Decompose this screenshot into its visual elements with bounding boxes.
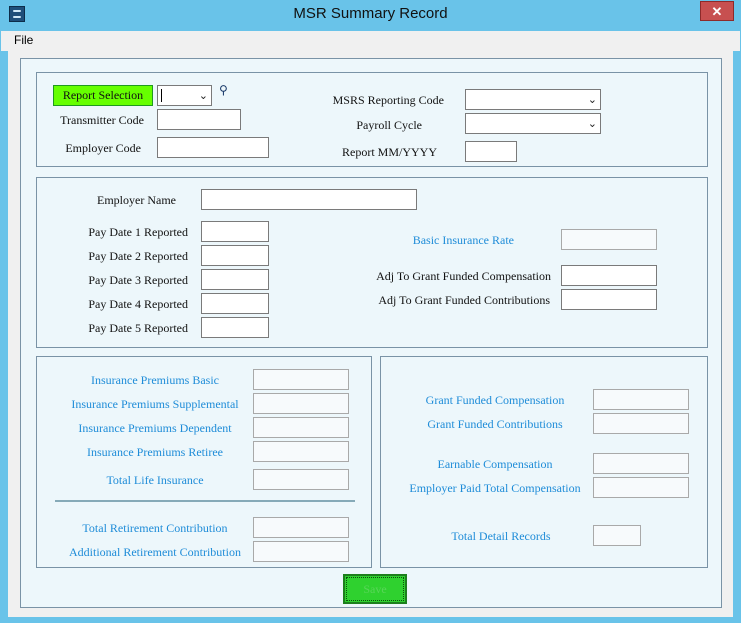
basic-insurance-rate-field <box>561 229 657 250</box>
report-period-label: Report MM/YYYY <box>342 145 437 159</box>
save-button[interactable]: Save <box>343 574 407 604</box>
chevron-down-icon: ⌄ <box>587 117 597 130</box>
premiums-dependent-field <box>253 417 349 438</box>
additional-retirement-label: Additional Retirement Contribution <box>69 545 241 559</box>
pay-date-3-field[interactable] <box>201 269 269 290</box>
earnable-comp-label: Earnable Compensation <box>437 457 553 471</box>
chevron-down-icon: ⌄ <box>198 89 208 102</box>
menu-bar <box>0 31 741 51</box>
pay-date-5-field[interactable] <box>201 317 269 338</box>
menu-file[interactable]: File <box>14 33 33 47</box>
premiums-basic-field <box>253 369 349 390</box>
pay-date-5-label: Pay Date 5 Reported <box>88 321 188 335</box>
report-selection-combo[interactable]: ⌄ <box>157 85 212 106</box>
earnable-comp-field <box>593 453 689 474</box>
report-selection-button[interactable]: Report Selection <box>53 85 153 106</box>
total-life-label: Total Life Insurance <box>106 473 204 487</box>
premiums-supplemental-label: Insurance Premiums Supplemental <box>71 397 239 411</box>
transmitter-code-label: Transmitter Code <box>60 113 144 127</box>
total-retirement-field <box>253 517 349 538</box>
adj-grant-comp-label: Adj To Grant Funded Compensation <box>376 269 551 283</box>
total-retirement-label: Total Retirement Contribution <box>82 521 228 535</box>
adj-grant-contrib-label: Adj To Grant Funded Contributions <box>378 293 550 307</box>
payroll-cycle-combo[interactable]: ⌄ <box>465 113 601 134</box>
pay-date-3-label: Pay Date 3 Reported <box>88 273 188 287</box>
premiums-basic-label: Insurance Premiums Basic <box>91 373 219 387</box>
adj-grant-comp-field[interactable] <box>561 265 657 286</box>
pay-date-1-field[interactable] <box>201 221 269 242</box>
report-period-field[interactable] <box>465 141 517 162</box>
payroll-cycle-label: Payroll Cycle <box>356 118 422 132</box>
total-detail-records-field <box>593 525 641 546</box>
adj-grant-contrib-field[interactable] <box>561 289 657 310</box>
grant-contrib-label: Grant Funded Contributions <box>427 417 563 431</box>
transmitter-code-field[interactable] <box>157 109 241 130</box>
employer-paid-total-field <box>593 477 689 498</box>
premiums-dependent-label: Insurance Premiums Dependent <box>78 421 232 435</box>
employer-name-label: Employer Name <box>97 193 176 207</box>
section-divider <box>55 500 355 502</box>
pay-date-4-label: Pay Date 4 Reported <box>88 297 188 311</box>
basic-insurance-rate-label: Basic Insurance Rate <box>412 233 514 247</box>
grant-contrib-field <box>593 413 689 434</box>
grant-comp-field <box>593 389 689 410</box>
chevron-down-icon: ⌄ <box>587 93 597 106</box>
employer-name-field[interactable] <box>201 189 417 210</box>
magnifier-icon[interactable]: ⚲ <box>219 83 228 97</box>
premiums-retiree-field <box>253 441 349 462</box>
pay-date-4-field[interactable] <box>201 293 269 314</box>
employer-code-field[interactable] <box>157 137 269 158</box>
additional-retirement-field <box>253 541 349 562</box>
close-button[interactable]: ✕ <box>700 1 734 21</box>
total-detail-records-label: Total Detail Records <box>451 529 551 543</box>
total-life-field <box>253 469 349 490</box>
pay-date-2-field[interactable] <box>201 245 269 266</box>
msrs-reporting-code-combo[interactable]: ⌄ <box>465 89 601 110</box>
msrs-reporting-code-label: MSRS Reporting Code <box>332 93 444 107</box>
text-caret <box>161 89 162 102</box>
pay-date-2-label: Pay Date 2 Reported <box>88 249 188 263</box>
premiums-supplemental-field <box>253 393 349 414</box>
employer-paid-total-label: Employer Paid Total Compensation <box>409 481 581 495</box>
premiums-retiree-label: Insurance Premiums Retiree <box>87 445 223 459</box>
window-title: MSR Summary Record <box>293 5 448 22</box>
employer-code-label: Employer Code <box>65 141 141 155</box>
pay-date-1-label: Pay Date 1 Reported <box>88 225 188 239</box>
grant-comp-label: Grant Funded Compensation <box>425 393 565 407</box>
